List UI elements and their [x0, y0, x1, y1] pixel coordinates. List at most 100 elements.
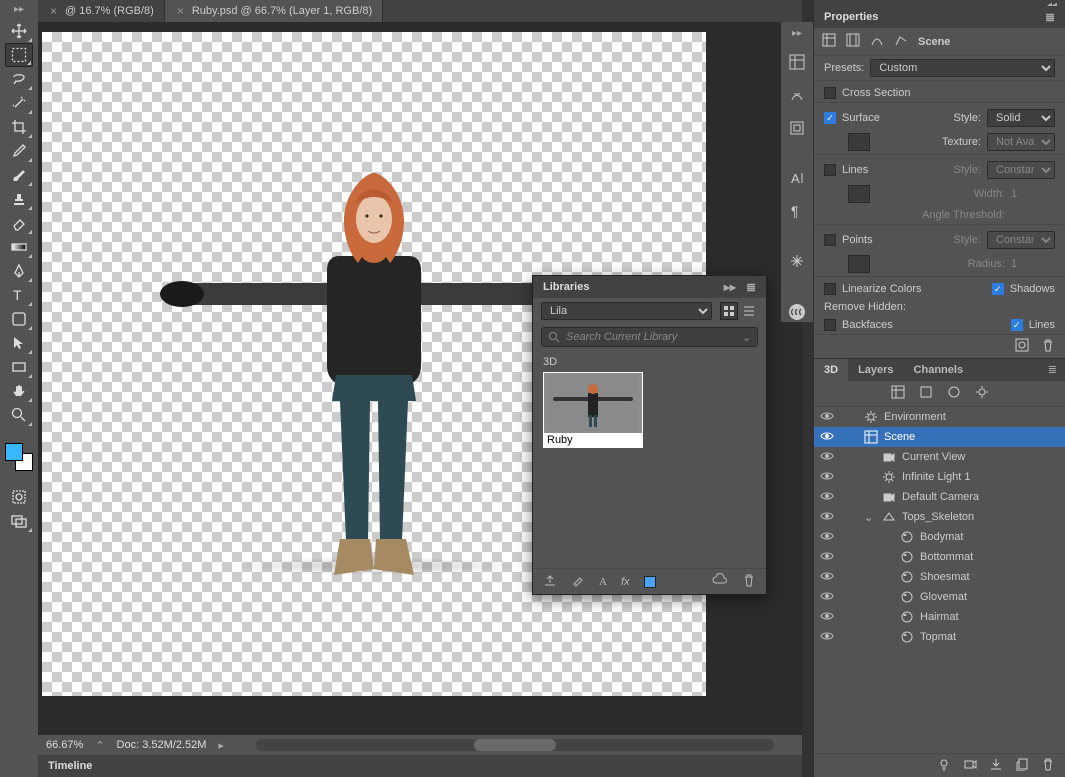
- collapse-icon[interactable]: ▸▸: [724, 280, 736, 294]
- gradient-tool[interactable]: [5, 235, 33, 259]
- shape-tool[interactable]: [5, 307, 33, 331]
- new-light-icon[interactable]: [937, 757, 951, 774]
- visibility-icon[interactable]: [820, 431, 834, 444]
- backfaces-checkbox[interactable]: [824, 319, 836, 331]
- flyout-menu-icon[interactable]: ≣: [1045, 10, 1055, 24]
- render-icon[interactable]: [1015, 338, 1029, 355]
- close-tab-icon[interactable]: ×: [50, 4, 57, 18]
- expand-icon[interactable]: ⌃: [95, 739, 104, 752]
- timeline-panel-header[interactable]: Timeline: [38, 755, 802, 777]
- color-swatches[interactable]: [5, 443, 33, 471]
- dock-icon[interactable]: [785, 119, 809, 138]
- mesh-icon[interactable]: [846, 33, 860, 50]
- character-panel-icon[interactable]: A: [785, 169, 809, 188]
- marquee-tool[interactable]: [5, 43, 33, 67]
- layer-style-icon[interactable]: fx: [621, 576, 630, 588]
- upload-icon[interactable]: [543, 573, 557, 590]
- 3d-tree-item[interactable]: Scene: [814, 427, 1065, 447]
- dock-icon[interactable]: [785, 86, 809, 105]
- chevron-down-icon[interactable]: ⌄: [742, 331, 751, 344]
- library-dropdown[interactable]: Lila: [541, 302, 712, 320]
- filter-mesh-icon[interactable]: [919, 385, 933, 402]
- visibility-icon[interactable]: [820, 471, 834, 484]
- filter-material-icon[interactable]: [947, 385, 961, 402]
- linearize-checkbox[interactable]: [824, 283, 836, 295]
- surface-style-dropdown[interactable]: Solid: [987, 109, 1055, 127]
- grid-view-icon[interactable]: [720, 302, 738, 320]
- expand-dock-icon[interactable]: ▸▸: [792, 28, 802, 39]
- document-tab[interactable]: × @ 16.7% (RGB/8): [38, 0, 165, 22]
- 3d-tree-item[interactable]: Infinite Light 1: [814, 467, 1065, 487]
- visibility-icon[interactable]: [820, 611, 834, 624]
- type-tool[interactable]: T: [5, 283, 33, 307]
- chevron-right-icon[interactable]: ▸: [218, 739, 224, 752]
- surface-checkbox[interactable]: ✓: [824, 112, 836, 124]
- filter-light-icon[interactable]: [975, 385, 989, 402]
- trash-icon[interactable]: [1041, 338, 1055, 355]
- flyout-menu-icon[interactable]: ≣: [1040, 359, 1065, 381]
- 3d-tree-item[interactable]: Hairmat: [814, 607, 1065, 627]
- char-style-icon[interactable]: A: [599, 576, 607, 588]
- surface-texture-dropdown[interactable]: Not Avail...: [987, 133, 1055, 151]
- eraser-tool[interactable]: [5, 211, 33, 235]
- brush-tool[interactable]: [5, 163, 33, 187]
- rectangle-tool[interactable]: [5, 355, 33, 379]
- libraries-panel[interactable]: Libraries ▸▸ ≣ Lila Search Current Libra…: [532, 275, 767, 595]
- path-select-tool[interactable]: [5, 331, 33, 355]
- close-tab-icon[interactable]: ×: [177, 4, 184, 18]
- visibility-icon[interactable]: [820, 551, 834, 564]
- surface-color-swatch[interactable]: [848, 133, 870, 151]
- color-icon[interactable]: [644, 576, 656, 588]
- visibility-icon[interactable]: [820, 451, 834, 464]
- magic-wand-tool[interactable]: [5, 91, 33, 115]
- tab-layers[interactable]: Layers: [848, 359, 903, 381]
- 3d-tree-item[interactable]: Bottommat: [814, 547, 1065, 567]
- 3d-tree-item[interactable]: Bodymat: [814, 527, 1065, 547]
- cloud-sync-icon[interactable]: [712, 573, 728, 590]
- 3d-tree-item[interactable]: Topmat: [814, 627, 1065, 647]
- new-camera-icon[interactable]: [963, 757, 977, 774]
- shadows-checkbox[interactable]: ✓: [992, 283, 1004, 295]
- hand-tool[interactable]: [5, 379, 33, 403]
- pen-tool[interactable]: [5, 259, 33, 283]
- trash-icon[interactable]: [742, 573, 756, 590]
- add-to-ground-icon[interactable]: [989, 757, 1003, 774]
- collapse-toolstrip-icon[interactable]: ▸▸: [14, 4, 24, 15]
- zoom-level[interactable]: 66.67%: [46, 739, 83, 751]
- dock-icon[interactable]: [785, 252, 809, 271]
- move-tool[interactable]: [5, 19, 33, 43]
- 3d-tree-item[interactable]: ⌄Tops_Skeleton: [814, 507, 1065, 527]
- 3d-tree-item[interactable]: Shoesmat: [814, 567, 1065, 587]
- flyout-menu-icon[interactable]: ≣: [746, 280, 756, 294]
- presets-dropdown[interactable]: Custom: [870, 59, 1055, 77]
- foreground-color[interactable]: [5, 443, 23, 461]
- paragraph-panel-icon[interactable]: ¶: [785, 202, 809, 221]
- eyedropper-tool[interactable]: [5, 139, 33, 163]
- 3d-tree-item[interactable]: Environment: [814, 407, 1065, 427]
- lines-checkbox[interactable]: [824, 164, 836, 176]
- cc-libraries-icon[interactable]: [785, 302, 809, 322]
- 3d-tree-item[interactable]: Glovemat: [814, 587, 1065, 607]
- visibility-icon[interactable]: [820, 491, 834, 504]
- deform-icon[interactable]: [870, 33, 884, 50]
- filter-scene-icon[interactable]: [891, 385, 905, 402]
- lasso-tool[interactable]: [5, 67, 33, 91]
- visibility-icon[interactable]: [820, 591, 834, 604]
- library-search[interactable]: Search Current Library ⌄: [541, 327, 758, 347]
- horizontal-scrollbar[interactable]: [256, 739, 774, 751]
- crop-tool[interactable]: [5, 115, 33, 139]
- visibility-icon[interactable]: [820, 511, 834, 524]
- points-checkbox[interactable]: [824, 234, 836, 246]
- document-tab[interactable]: × Ruby.psd @ 66.7% (Layer 1, RGB/8): [165, 0, 383, 22]
- 3d-tree-item[interactable]: Default Camera: [814, 487, 1065, 507]
- screen-mode-tool[interactable]: [5, 509, 33, 533]
- visibility-icon[interactable]: [820, 531, 834, 544]
- list-view-icon[interactable]: [740, 302, 758, 320]
- dock-icon[interactable]: [785, 53, 809, 72]
- visibility-icon[interactable]: [820, 571, 834, 584]
- visibility-icon[interactable]: [820, 631, 834, 644]
- cross-section-checkbox[interactable]: [824, 87, 836, 99]
- brush-preset-icon[interactable]: [571, 573, 585, 590]
- remove-lines-checkbox[interactable]: ✓: [1011, 319, 1023, 331]
- stamp-tool[interactable]: [5, 187, 33, 211]
